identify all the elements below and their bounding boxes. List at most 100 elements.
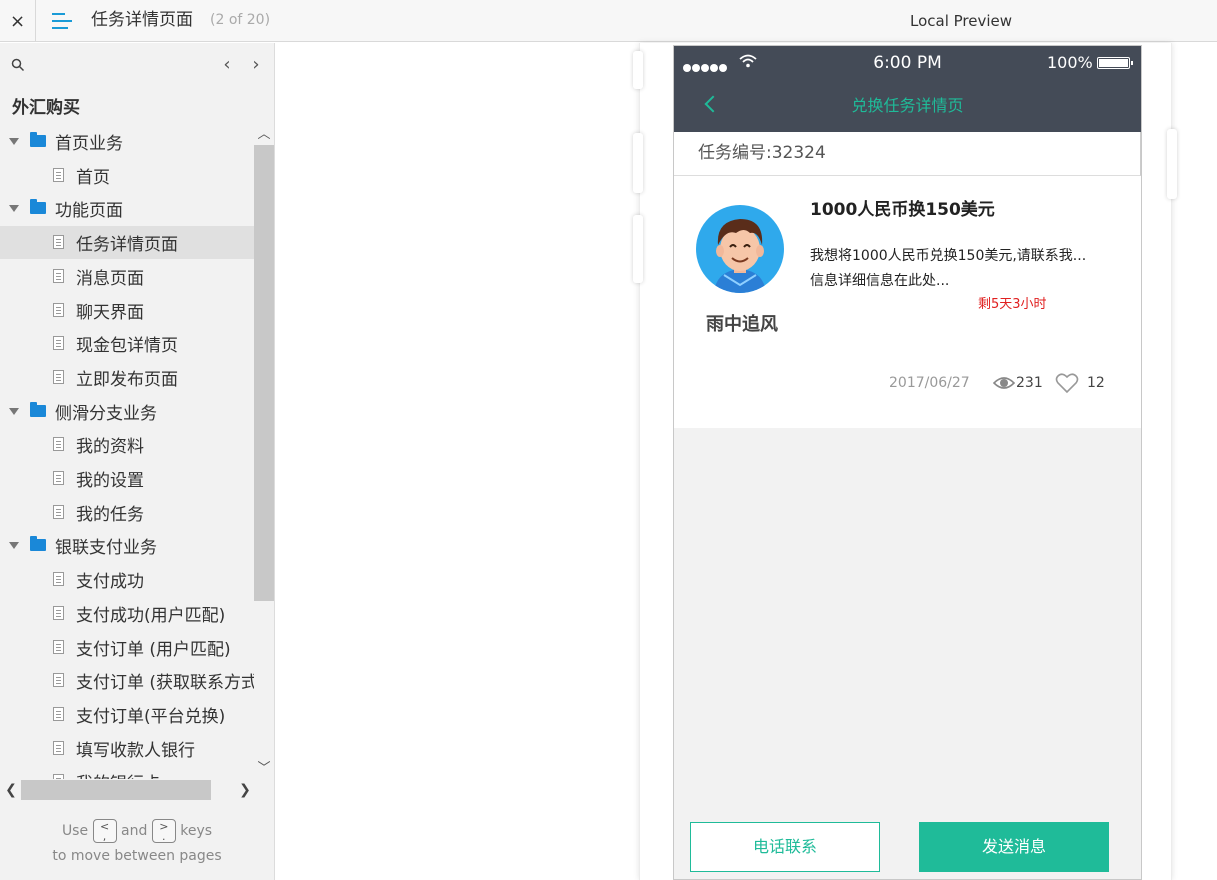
folder-label: 功能页面	[55, 201, 123, 222]
vertical-scroll-thumb[interactable]	[254, 145, 274, 601]
device-side-button	[633, 51, 643, 89]
page-label: 我的资料	[76, 437, 144, 458]
page-label: 聊天界面	[76, 302, 144, 323]
task-description-line: 我想将1000人民币兑换150美元,请联系我...	[810, 248, 1087, 264]
username: 雨中追风	[706, 314, 778, 335]
folder-label: 侧滑分支业务	[55, 403, 157, 424]
expand-arrow-icon[interactable]	[9, 407, 19, 415]
phone-screen: 6:00 PM 100% 兑换任务详情页 任务编号:32324 雨中追风 100…	[673, 45, 1142, 880]
eye-icon	[993, 377, 1015, 389]
send-message-button[interactable]: 发送消息	[919, 822, 1109, 872]
page-icon	[53, 302, 64, 317]
scroll-down-arrow-icon[interactable]: ﹀	[254, 759, 274, 779]
post-date: 2017/06/27	[889, 375, 970, 391]
page-icon	[53, 740, 64, 755]
task-card: 雨中追风 1000人民币换150美元 我想将1000人民币兑换150美元,请联系…	[674, 176, 1141, 428]
device-side-button	[1167, 129, 1177, 199]
sitemap-page[interactable]: 我的设置	[0, 462, 254, 495]
page-icon	[53, 605, 64, 620]
sitemap-page[interactable]: 支付订单(平台兑换)	[0, 698, 254, 731]
sitemap-menu-icon[interactable]	[52, 11, 74, 31]
preview-label: Local Preview	[910, 12, 1013, 30]
expand-arrow-icon[interactable]	[9, 205, 19, 213]
device-side-button	[633, 215, 643, 283]
scroll-right-arrow-icon[interactable]: ❯	[235, 779, 255, 801]
sitemap-page[interactable]: 立即发布页面	[0, 361, 254, 394]
hint-and-text: and	[121, 823, 148, 839]
page-icon	[53, 572, 64, 587]
cartoon-face-icon	[714, 219, 766, 293]
page-icon	[53, 504, 64, 519]
hint-use-text: Use	[61, 823, 89, 839]
sitemap-page[interactable]: 消息页面	[0, 260, 254, 293]
page-icon	[53, 268, 64, 283]
page-label: 我的设置	[76, 471, 144, 491]
page-icon	[53, 471, 64, 485]
sitemap-page[interactable]: 现金包详情页	[0, 327, 254, 360]
prev-key-icon: <,	[92, 819, 117, 843]
horizontal-scroll-thumb[interactable]	[21, 780, 211, 800]
sitemap-page[interactable]: 支付订单 (获取联系方式	[0, 664, 254, 697]
search-icon[interactable]	[11, 58, 25, 72]
sitemap-folder[interactable]: 首页业务	[0, 125, 254, 158]
hint-line-2: to move between pages	[52, 848, 222, 864]
device-side-button	[633, 133, 643, 193]
sitemap-page[interactable]: 我的银行卡	[0, 765, 254, 779]
page-icon	[53, 369, 64, 384]
sitemap-page[interactable]: 任务详情页面	[0, 226, 254, 260]
sitemap-page[interactable]: 我的任务	[0, 496, 254, 529]
sitemap-page[interactable]: 填写收款人银行	[0, 732, 254, 765]
folder-icon	[30, 401, 46, 417]
sitemap-page[interactable]: 支付成功(用户匹配)	[0, 597, 254, 630]
call-button[interactable]: 电话联系	[690, 822, 880, 872]
close-button[interactable]: ×	[0, 0, 36, 42]
page-label: 支付订单 (获取联系方式	[76, 673, 254, 694]
sidebar: ‹ › 外汇购买 首页业务首页功能页面任务详情页面 消息页面聊天界面现金包详情页立…	[0, 43, 275, 880]
scroll-left-arrow-icon[interactable]: ❮	[1, 779, 21, 801]
page-icon	[53, 167, 64, 182]
nav-title: 兑换任务详情页	[851, 96, 964, 115]
page-title: 任务详情页面	[91, 10, 193, 30]
sitemap-page[interactable]: 首页	[0, 159, 254, 192]
horizontal-scrollbar[interactable]: ❮ ❯	[0, 779, 254, 801]
expand-arrow-icon[interactable]	[9, 138, 19, 145]
page-label: 立即发布页面	[76, 369, 178, 390]
page-icon	[53, 235, 64, 250]
page-icon	[53, 437, 64, 452]
folder-label: 银联支付业务	[55, 538, 157, 559]
page-label: 支付订单 (用户匹配)	[76, 639, 231, 660]
heart-icon[interactable]	[1055, 372, 1079, 394]
sitemap-page[interactable]: 聊天界面	[0, 294, 254, 327]
vertical-scrollbar[interactable]: ︿ ﹀	[254, 125, 274, 779]
page-label: 我的任务	[76, 504, 144, 525]
sitemap-page[interactable]: 我的资料	[0, 428, 254, 461]
sitemap-page[interactable]: 支付成功	[0, 563, 254, 596]
expand-arrow-icon[interactable]	[9, 542, 19, 550]
previous-page-button[interactable]: ‹	[217, 55, 237, 75]
sitemap-folder[interactable]: 功能页面	[0, 192, 254, 225]
app-navbar: 兑换任务详情页	[674, 80, 1141, 132]
sitemap-folder[interactable]: 侧滑分支业务	[0, 395, 254, 428]
page-count: (2 of 20)	[210, 12, 271, 28]
folder-label: 首页业务	[55, 134, 123, 154]
task-number: 任务编号:32324	[698, 143, 826, 163]
folder-icon	[30, 536, 46, 552]
page-label: 支付订单(平台兑换)	[76, 706, 226, 727]
page-label: 支付成功	[76, 572, 144, 593]
top-bar: × 任务详情页面 (2 of 20) Local Preview	[0, 0, 1217, 42]
sitemap-page[interactable]: 支付订单 (用户匹配)	[0, 631, 254, 664]
page-label: 我的银行卡	[76, 769, 161, 779]
time-remaining: 剩5天3小时	[978, 297, 1047, 312]
next-page-button[interactable]: ›	[246, 55, 266, 75]
hint-keys-text: keys	[180, 823, 213, 839]
sitemap-folder[interactable]: 银联支付业务	[0, 529, 254, 562]
keyboard-hint: Use <, and >. keys to move between pages	[0, 819, 274, 867]
page-icon	[53, 673, 64, 688]
page-label: 填写收款人银行	[76, 740, 195, 761]
preview-canvas: 6:00 PM 100% 兑换任务详情页 任务编号:32324 雨中追风 100…	[275, 43, 1217, 880]
scroll-up-arrow-icon[interactable]: ︿	[254, 125, 274, 145]
page-icon	[53, 706, 64, 721]
page-icon	[53, 336, 64, 351]
page-label: 首页	[76, 167, 110, 188]
project-name: 外汇购买	[12, 98, 80, 118]
